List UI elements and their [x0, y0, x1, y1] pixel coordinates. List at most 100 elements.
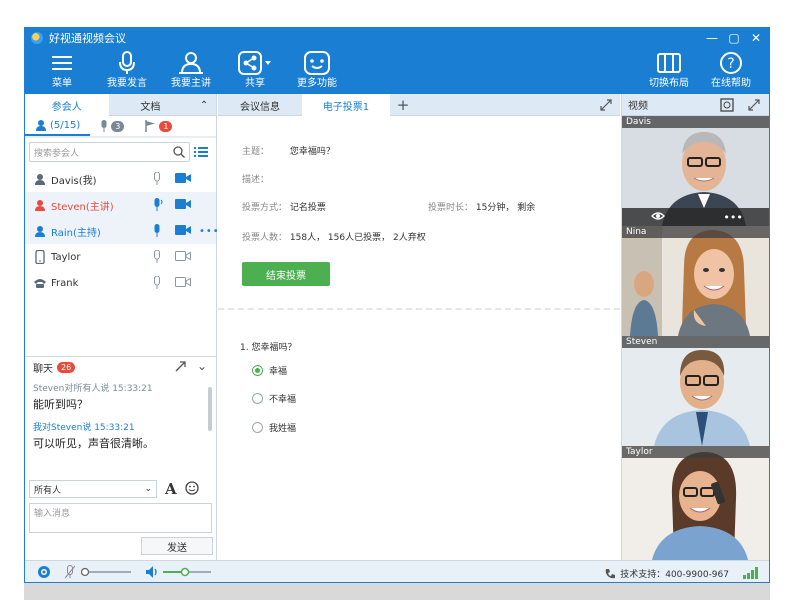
more-button[interactable]: 更多功能 [295, 48, 339, 94]
participant-row-davis[interactable]: Davis(我) [25, 166, 216, 192]
video-name-label: Nina [622, 226, 769, 238]
video-header: 视频 [622, 94, 769, 116]
chat-messages: Steven对所有人说 15:33:21 能听到吗？ 我对Steven说 15:… [25, 381, 216, 477]
tab-vote[interactable]: 电子投票1 [302, 94, 390, 116]
help-icon: ? [719, 48, 743, 78]
expand-icon[interactable] [748, 99, 760, 114]
chevron-down-icon[interactable]: ⌄ [197, 359, 207, 373]
end-vote-button[interactable]: 结束投票 [242, 262, 330, 286]
share-button[interactable]: 共享 [237, 48, 273, 94]
host-button[interactable]: 我要主讲 [169, 48, 213, 94]
app-window: 好视通视频会议 — ▢ ✕ 菜单 我要发言 我要主讲 共享 更多功能 切换布局 … [24, 27, 770, 583]
more-options-icon[interactable]: ••• [199, 226, 220, 237]
more-options-icon[interactable]: ••• [723, 211, 742, 224]
participant-row-steven[interactable]: Steven(主讲) [25, 192, 216, 218]
presenter-icon [178, 48, 204, 78]
chat-recipient-select[interactable]: 所有人 ⌄ [29, 480, 157, 498]
window-title: 好视通视频会议 [49, 32, 126, 45]
list-view-icon[interactable] [190, 146, 212, 158]
video-tile-taylor[interactable]: Taylor [622, 446, 769, 560]
vote-info: 主题： 您幸福吗？ 描述： 投票方式： 记名投票 投票时长： 15分钟， 剩余 … [218, 116, 620, 308]
video-name-label: Taylor [622, 446, 769, 458]
switch-layout-button[interactable]: 切换布局 [647, 48, 691, 94]
close-icon[interactable]: ✕ [747, 30, 765, 46]
tab-speaking[interactable]: 3 [90, 116, 134, 136]
vote-count-label: 投票人数： [242, 233, 288, 243]
section-divider [218, 308, 620, 310]
participant-filter-tabs: (5/15) 3 1 [25, 116, 216, 138]
font-format-icon[interactable]: A [165, 480, 177, 498]
vote-option-1[interactable]: 幸福 [252, 364, 287, 377]
camera-icon[interactable] [175, 199, 191, 212]
speaking-badge: 3 [111, 120, 125, 132]
vote-option-2[interactable]: 不幸福 [252, 392, 296, 405]
chat-message-meta: Steven对所有人说 15:33:21 [33, 384, 153, 394]
speaker-volume-slider[interactable] [161, 566, 213, 581]
vote-subject-row: 主题： 您幸福吗？ [242, 144, 335, 157]
maximize-icon[interactable]: ▢ [725, 30, 743, 46]
signal-strength-icon [743, 567, 759, 582]
expand-icon[interactable] [600, 99, 612, 114]
camera-icon[interactable] [175, 173, 191, 186]
video-controls: ••• [622, 208, 769, 226]
tab-documents[interactable]: 文档 [109, 94, 193, 116]
radio-unselected[interactable] [252, 393, 263, 404]
microphone-icon[interactable] [153, 275, 161, 293]
tab-all-participants[interactable]: (5/15) [25, 116, 91, 136]
vote-mode-row: 投票方式： 记名投票 [242, 200, 326, 213]
tab-participants[interactable]: 参会人 [25, 94, 109, 116]
collapse-up-icon[interactable]: ⌃ [192, 94, 216, 116]
microphone-muted-icon[interactable] [64, 565, 76, 582]
online-help-button[interactable]: ? 在线帮助 [709, 48, 753, 94]
vote-option-label: 幸福 [269, 367, 288, 377]
video-name-label: Steven [622, 336, 769, 348]
layout-icon [657, 48, 681, 78]
network-status-icon[interactable] [37, 565, 51, 582]
microphone-icon [118, 48, 136, 78]
telephone-icon [33, 277, 47, 289]
video-tile-nina[interactable]: Nina [622, 226, 769, 336]
presenter-person-icon [33, 199, 47, 211]
tab-raised-hands[interactable]: 1 [134, 116, 182, 136]
emoji-icon[interactable] [184, 480, 199, 498]
radio-unselected[interactable] [252, 422, 263, 433]
microphone-icon[interactable] [153, 249, 161, 267]
popout-icon[interactable] [175, 360, 187, 375]
video-tile-davis[interactable]: Davis ••• [622, 116, 769, 226]
microphone-active-icon[interactable] [153, 198, 165, 215]
camera-off-icon[interactable] [175, 251, 191, 264]
camera-icon[interactable] [175, 225, 191, 238]
microphone-icon[interactable] [153, 171, 161, 189]
vote-mode-label: 投票方式： [242, 203, 288, 213]
chevron-down-icon: ⌄ [144, 484, 152, 494]
center-tabs: 会议信息 电子投票1 + [218, 94, 620, 116]
participant-row-rain[interactable]: Rain(主持) ••• [25, 218, 219, 244]
search-input[interactable]: 搜索参会人 [29, 142, 190, 162]
tab-meeting-info[interactable]: 会议信息 [218, 94, 302, 116]
vote-option-3[interactable]: 我姓福 [252, 421, 296, 434]
participant-row-taylor[interactable]: Taylor [25, 244, 216, 270]
search-icon[interactable] [173, 146, 185, 158]
screenshot-icon[interactable] [720, 98, 734, 115]
participant-row-frank[interactable]: Frank [25, 270, 216, 296]
eye-icon[interactable] [651, 211, 666, 224]
menu-button[interactable]: 菜单 [47, 48, 77, 94]
speak-button[interactable]: 我要发言 [105, 48, 149, 94]
add-tab-icon[interactable]: + [390, 94, 416, 116]
speaker-icon[interactable] [145, 565, 159, 582]
radio-selected[interactable] [252, 365, 263, 376]
chat-message-input[interactable]: 输入消息 [29, 503, 212, 533]
window-controls: — ▢ ✕ [703, 30, 765, 46]
online-help-label: 在线帮助 [711, 78, 751, 89]
tech-support-text: 技术支持：400-9900-967 [620, 570, 729, 580]
chat-scrollbar[interactable] [208, 387, 212, 431]
minimize-icon[interactable]: — [703, 30, 721, 46]
camera-off-icon[interactable] [175, 277, 191, 290]
vote-subject-label: 主题： [242, 147, 270, 157]
microphone-volume-slider[interactable] [80, 566, 133, 581]
microphone-icon[interactable] [153, 224, 161, 241]
send-button[interactable]: 发送 [141, 537, 213, 555]
video-tile-steven[interactable]: Steven [622, 336, 769, 446]
chat-unread-badge: 26 [57, 361, 76, 373]
search-placeholder: 搜索参会人 [34, 148, 80, 159]
